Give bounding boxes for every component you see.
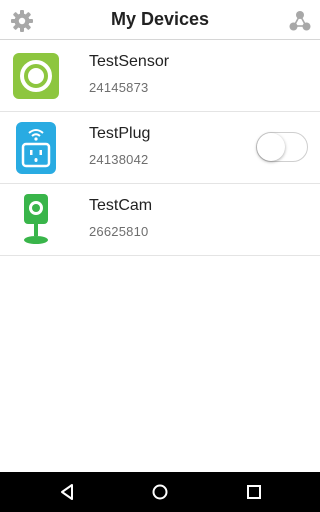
toggle-knob (257, 133, 285, 161)
screen: My Devices TestSensor 24145873 TestPlug … (0, 0, 320, 512)
back-button[interactable] (55, 480, 79, 504)
sensor-icon (10, 50, 62, 102)
app-header: My Devices (0, 0, 320, 40)
device-name: TestSensor (89, 53, 170, 70)
network-button[interactable] (286, 7, 314, 35)
home-button[interactable] (148, 480, 172, 504)
back-icon (61, 484, 73, 500)
device-name: TestCam (89, 197, 153, 214)
camera-icon (10, 194, 62, 246)
device-id: 26625810 (89, 224, 149, 239)
plug-icon (10, 122, 62, 174)
recent-apps-button[interactable] (242, 480, 266, 504)
device-id: 24138042 (89, 152, 149, 167)
page-title: My Devices (110, 9, 210, 29)
network-icon (289, 11, 311, 31)
device-name: TestPlug (89, 125, 151, 142)
device-row-testcam[interactable]: TestCam 26625810 (0, 184, 320, 256)
device-row-testplug[interactable]: TestPlug 24138042 (0, 112, 320, 184)
home-icon (152, 484, 168, 500)
system-nav-bar (0, 472, 320, 512)
device-row-testsensor[interactable]: TestSensor 24145873 (0, 40, 320, 112)
recent-apps-icon (247, 485, 261, 499)
device-list: TestSensor 24145873 TestPlug 24138042 Te… (0, 40, 320, 256)
power-toggle[interactable] (256, 132, 308, 162)
device-id: 24145873 (89, 80, 149, 95)
